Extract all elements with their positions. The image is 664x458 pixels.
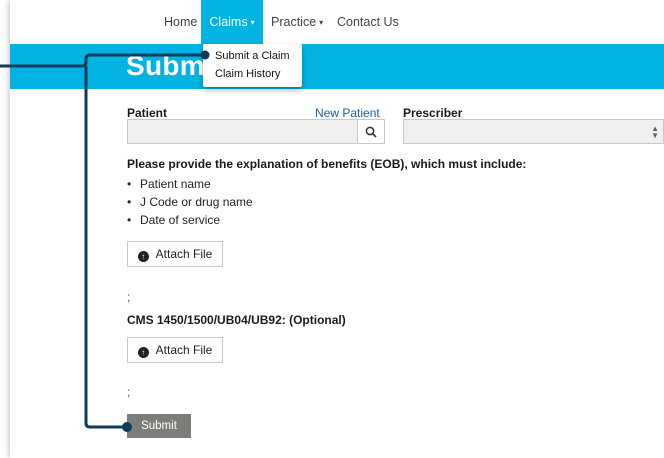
callout-connector [0, 50, 210, 432]
